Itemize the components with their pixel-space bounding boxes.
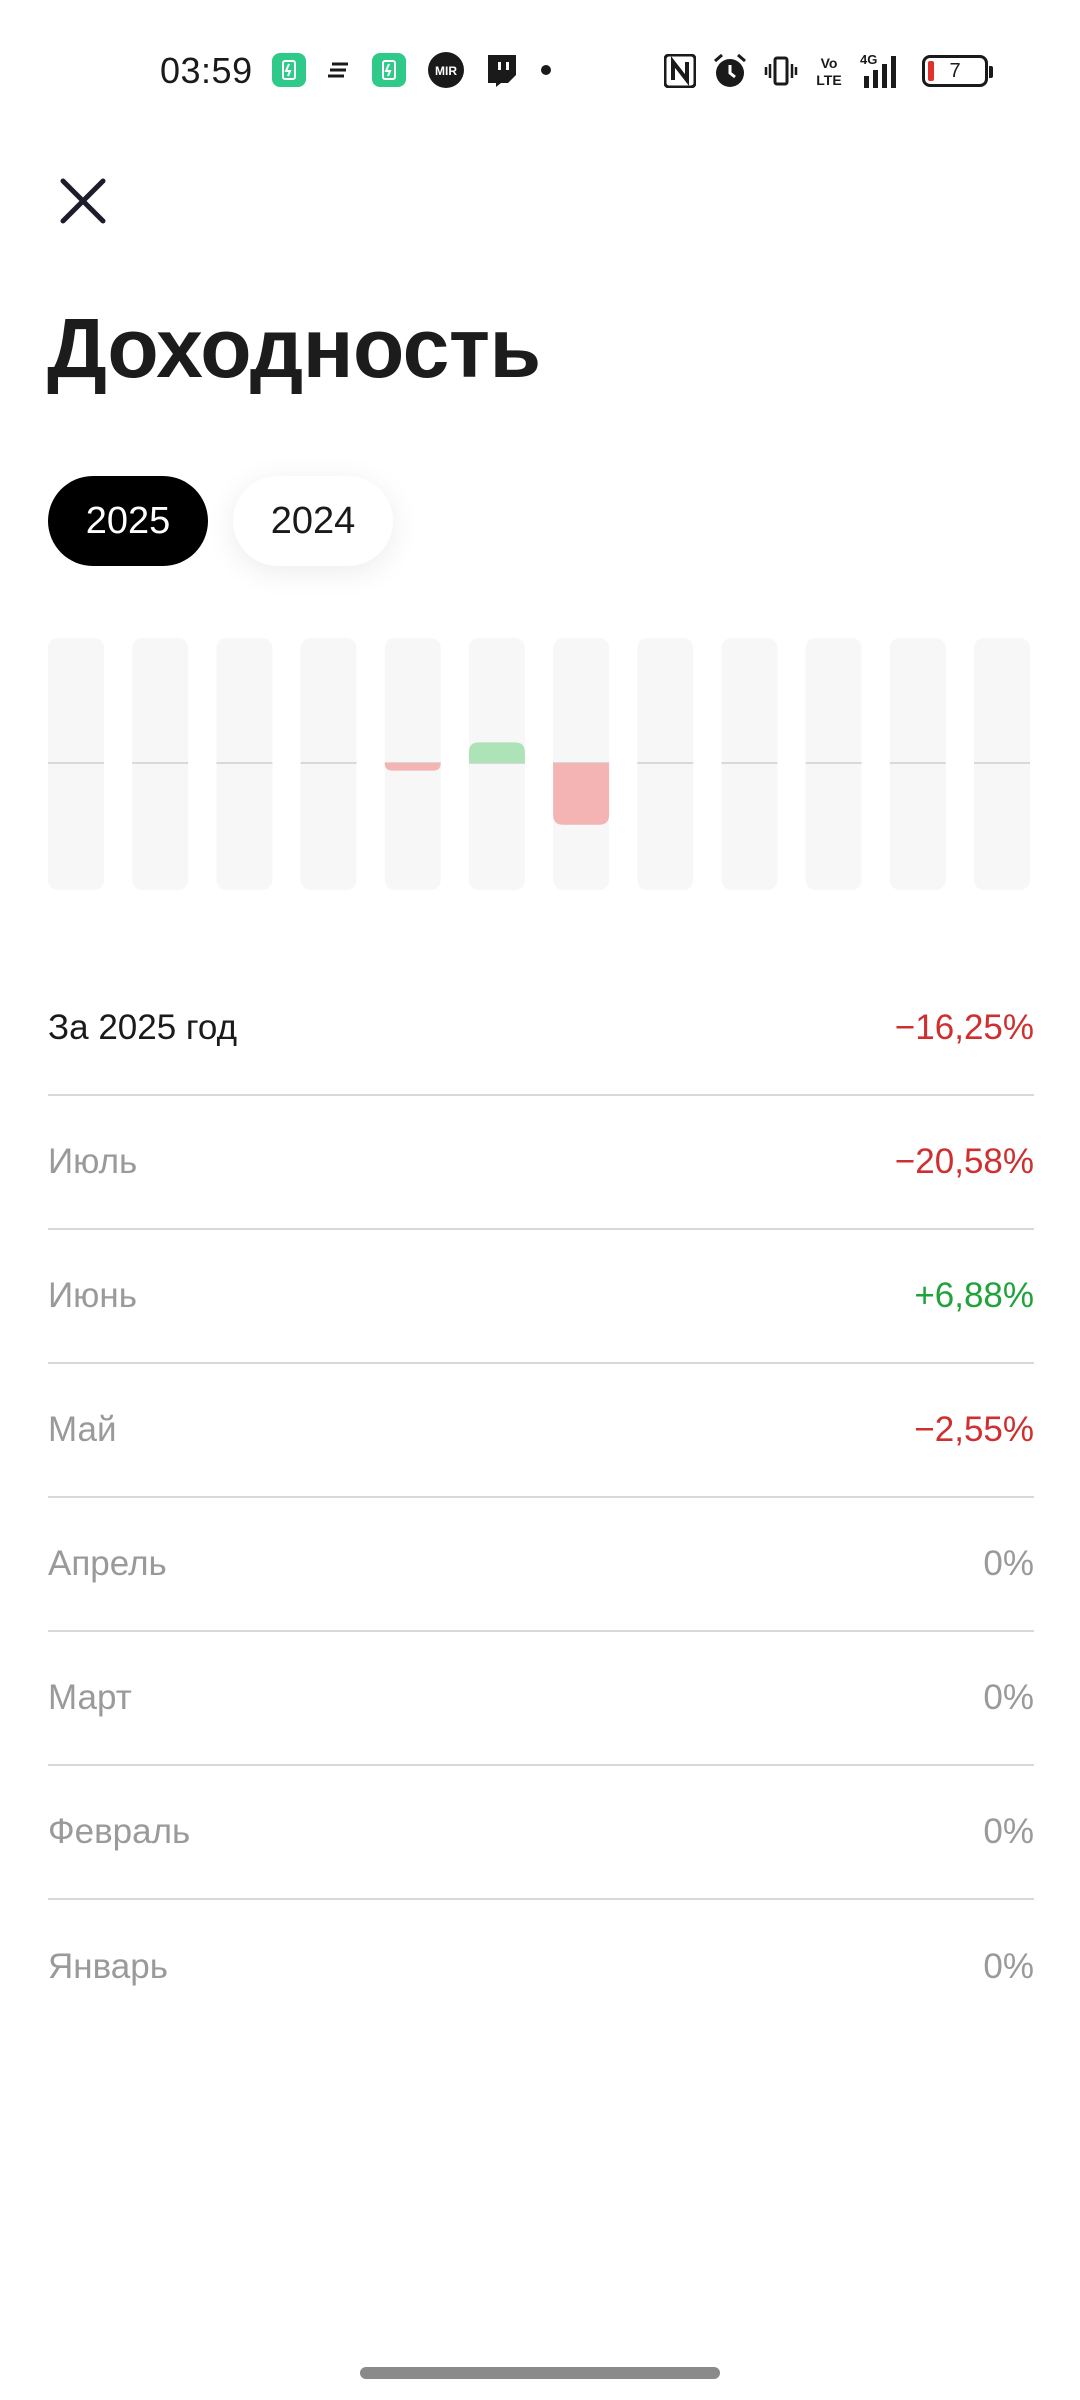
- month-label: Февраль: [48, 1812, 191, 1851]
- chart-bar-Июль: [553, 763, 610, 825]
- signal-icon: 4G: [860, 52, 906, 90]
- alarm-icon: [712, 53, 748, 89]
- month-value: 0%: [983, 1544, 1034, 1583]
- month-row-february[interactable]: Февраль 0%: [48, 1766, 1034, 1900]
- notification-icons: MIR: [272, 52, 552, 88]
- month-value: 0%: [983, 1812, 1034, 1851]
- nfc-icon: [664, 54, 696, 88]
- month-row-january[interactable]: Январь 0%: [48, 1900, 1034, 2034]
- month-row-may[interactable]: Май −2,55%: [48, 1364, 1034, 1498]
- svg-text:MIR: MIR: [435, 64, 457, 78]
- month-value: 0%: [983, 1947, 1034, 1986]
- year-total-value: −16,25%: [894, 1008, 1034, 1047]
- battery-level: 7: [949, 59, 961, 82]
- year-total-row: За 2025 год −16,25%: [48, 962, 1034, 1096]
- month-row-march[interactable]: Март 0%: [48, 1632, 1034, 1766]
- volte-icon: Vo LTE: [814, 53, 844, 89]
- battery-icon: 7: [922, 55, 993, 87]
- twitch-icon: [486, 53, 518, 87]
- chart-bar-Июнь: [468, 742, 525, 763]
- returns-list: За 2025 год −16,25% Июль −20,58% Июнь +6…: [48, 962, 1034, 2034]
- svg-text:Vo: Vo: [821, 55, 838, 71]
- month-value: −20,58%: [894, 1142, 1034, 1181]
- close-icon: [60, 178, 106, 224]
- month-row-april[interactable]: Апрель 0%: [48, 1498, 1034, 1632]
- month-label: Июнь: [48, 1276, 137, 1315]
- month-label: Январь: [48, 1947, 168, 1986]
- status-bar: 03:59 MIR Vo LTE 4G 7: [0, 0, 1080, 140]
- chart-svg: [48, 638, 1030, 890]
- month-value: −2,55%: [914, 1410, 1034, 1449]
- month-label: Апрель: [48, 1544, 167, 1583]
- month-row-july[interactable]: Июль −20,58%: [48, 1096, 1034, 1230]
- mir-icon: MIR: [428, 52, 464, 88]
- home-indicator[interactable]: [360, 2367, 720, 2379]
- month-label: Май: [48, 1410, 117, 1449]
- svg-text:4G: 4G: [860, 52, 877, 67]
- close-button[interactable]: [50, 168, 116, 234]
- chart-bar-Май: [384, 763, 441, 771]
- svg-text:LTE: LTE: [816, 72, 841, 88]
- month-row-june[interactable]: Июнь +6,88%: [48, 1230, 1034, 1364]
- page-title: Доходность: [47, 301, 541, 395]
- battery-saver-icon: [372, 53, 406, 87]
- month-label: Июль: [48, 1142, 138, 1181]
- month-value: +6,88%: [914, 1276, 1034, 1315]
- vibrate-icon: [764, 54, 798, 88]
- system-icons: Vo LTE 4G 7: [664, 52, 993, 90]
- tab-2025[interactable]: 2025: [48, 476, 208, 566]
- battery-saver-icon: [272, 53, 306, 87]
- menu-lines-icon: [328, 62, 350, 78]
- month-label: Март: [48, 1678, 132, 1717]
- status-time: 03:59: [160, 50, 253, 91]
- month-value: 0%: [983, 1678, 1034, 1717]
- year-total-label: За 2025 год: [48, 1008, 238, 1047]
- monthly-returns-chart: [48, 638, 1030, 890]
- dot-icon: [540, 64, 552, 76]
- year-tabs: 2025 2024: [48, 476, 393, 566]
- tab-2024[interactable]: 2024: [233, 476, 393, 566]
